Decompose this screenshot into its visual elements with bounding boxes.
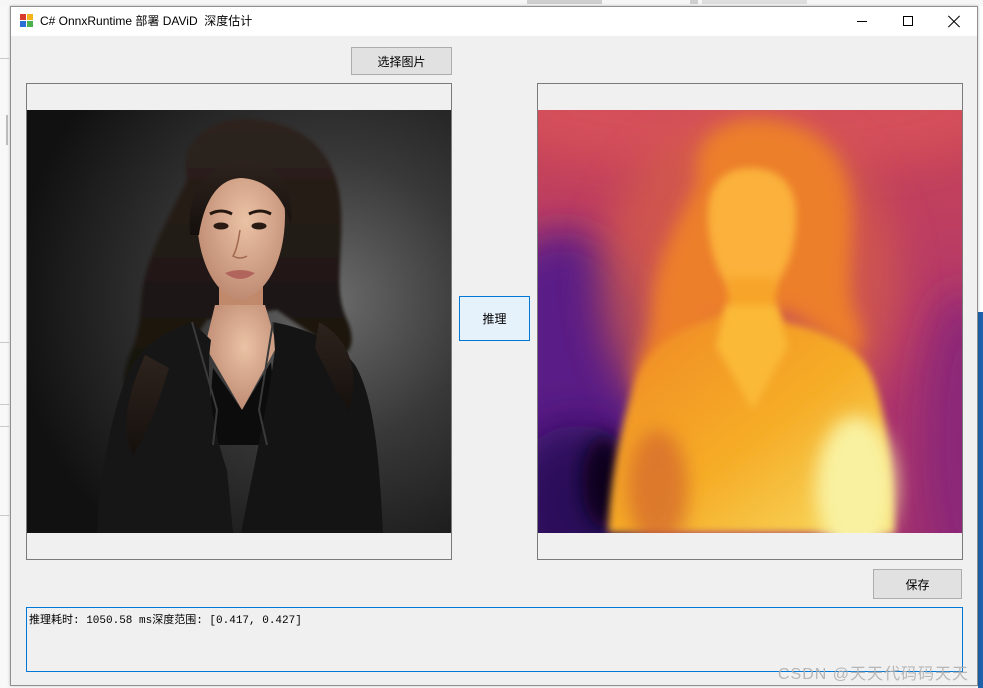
depth-picture-box: [537, 83, 963, 560]
infer-button[interactable]: 推理: [459, 296, 530, 341]
app-icon-pane: [27, 21, 33, 27]
background-window-fragment: [702, 0, 807, 4]
minimize-button[interactable]: [839, 7, 885, 36]
input-picture-box: [26, 83, 452, 560]
select-image-button[interactable]: 选择图片: [351, 47, 452, 75]
background-window-fragment: [527, 0, 602, 4]
background-window-edge: [0, 6, 10, 688]
background-divider: [0, 426, 9, 427]
app-icon-pane: [20, 21, 26, 27]
depth-map-image: [538, 110, 962, 533]
maximize-button[interactable]: [885, 7, 931, 36]
portrait-eye: [213, 222, 229, 230]
app-icon-pane: [27, 14, 33, 20]
portrait-eye: [251, 222, 267, 230]
background-divider: [0, 515, 9, 516]
maximize-icon: [903, 16, 913, 26]
title-bar[interactable]: C# OnnxRuntime 部署 DAViD 深度估计: [11, 7, 977, 36]
input-portrait-image: [27, 110, 451, 533]
background-window-edge: [978, 312, 983, 688]
background-divider: [0, 342, 9, 343]
minimize-icon: [857, 21, 867, 22]
background-divider: [0, 404, 9, 405]
window-title: C# OnnxRuntime 部署 DAViD 深度估计: [40, 14, 253, 28]
save-button[interactable]: 保存: [873, 569, 962, 599]
close-button[interactable]: [931, 7, 977, 36]
watermark: CSDN @天天代码码天天: [778, 666, 970, 683]
app-window: C# OnnxRuntime 部署 DAViD 深度估计 选择图片 推理 保存 …: [10, 6, 978, 686]
app-icon-pane: [20, 14, 26, 20]
background-divider: [6, 115, 8, 145]
background-divider: [0, 58, 9, 59]
background-window-fragment: [690, 0, 698, 4]
close-icon: [947, 14, 961, 28]
app-icon[interactable]: [20, 14, 35, 29]
